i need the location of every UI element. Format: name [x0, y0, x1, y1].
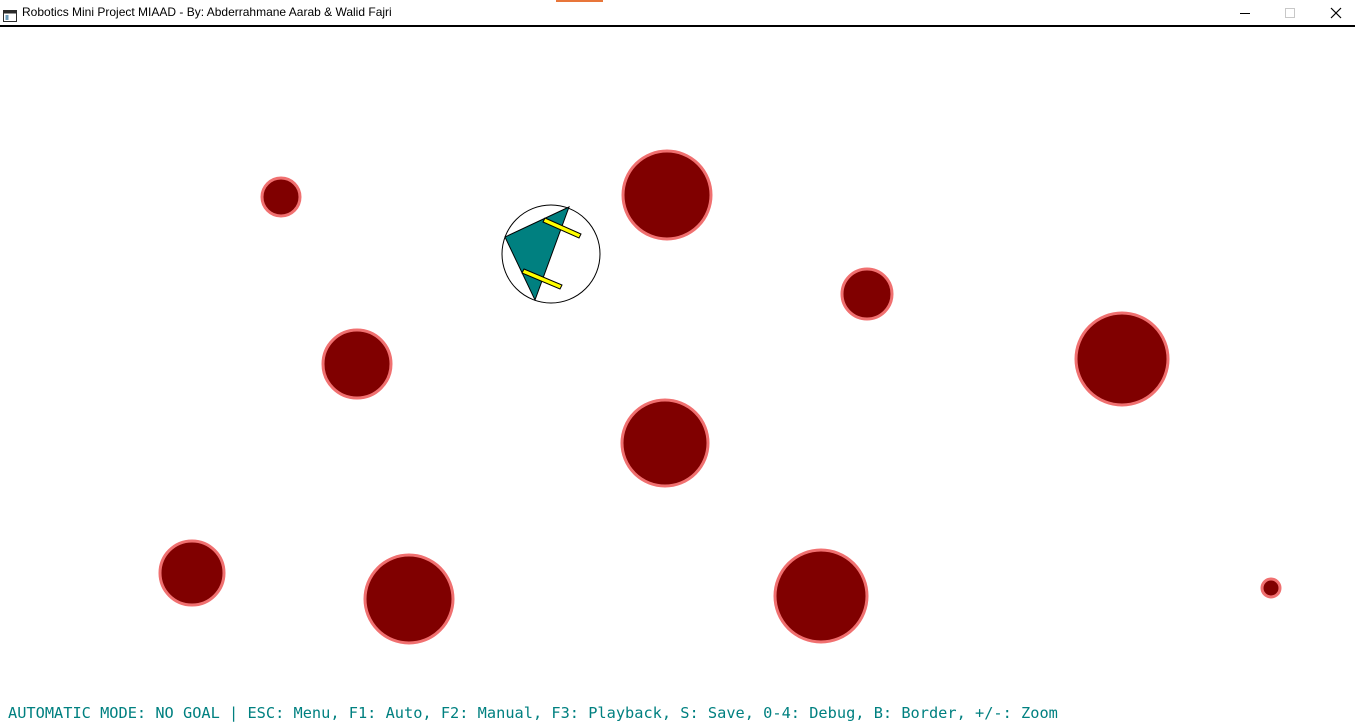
obstacle — [1260, 577, 1282, 599]
maximize-icon — [1285, 7, 1295, 18]
window-title: Robotics Mini Project MIAAD - By: Abderr… — [22, 5, 392, 19]
minimize-button[interactable] — [1222, 0, 1268, 25]
title-bar[interactable]: Robotics Mini Project MIAAD - By: Abderr… — [0, 0, 1355, 27]
robot — [501, 204, 601, 304]
simulation-canvas[interactable] — [0, 27, 1355, 725]
obstacle — [773, 548, 869, 644]
app-window: Robotics Mini Project MIAAD - By: Abderr… — [0, 0, 1355, 725]
close-button[interactable] — [1313, 0, 1355, 25]
obstacle — [260, 176, 302, 218]
obstacle — [158, 539, 226, 607]
obstacle — [321, 328, 393, 400]
obstacle — [621, 149, 713, 241]
obstacle — [840, 267, 894, 321]
maximize-button[interactable] — [1267, 0, 1313, 25]
minimize-icon — [1240, 12, 1250, 14]
status-bar-text: AUTOMATIC MODE: NO GOAL | ESC: Menu, F1:… — [8, 704, 1058, 722]
taskbar-accent-strip — [556, 0, 603, 2]
obstacle — [1074, 311, 1170, 407]
close-icon — [1330, 7, 1342, 18]
window-app-icon[interactable] — [3, 7, 17, 22]
obstacle — [620, 398, 710, 488]
obstacle — [363, 553, 455, 645]
obstacle-layer — [158, 149, 1282, 645]
